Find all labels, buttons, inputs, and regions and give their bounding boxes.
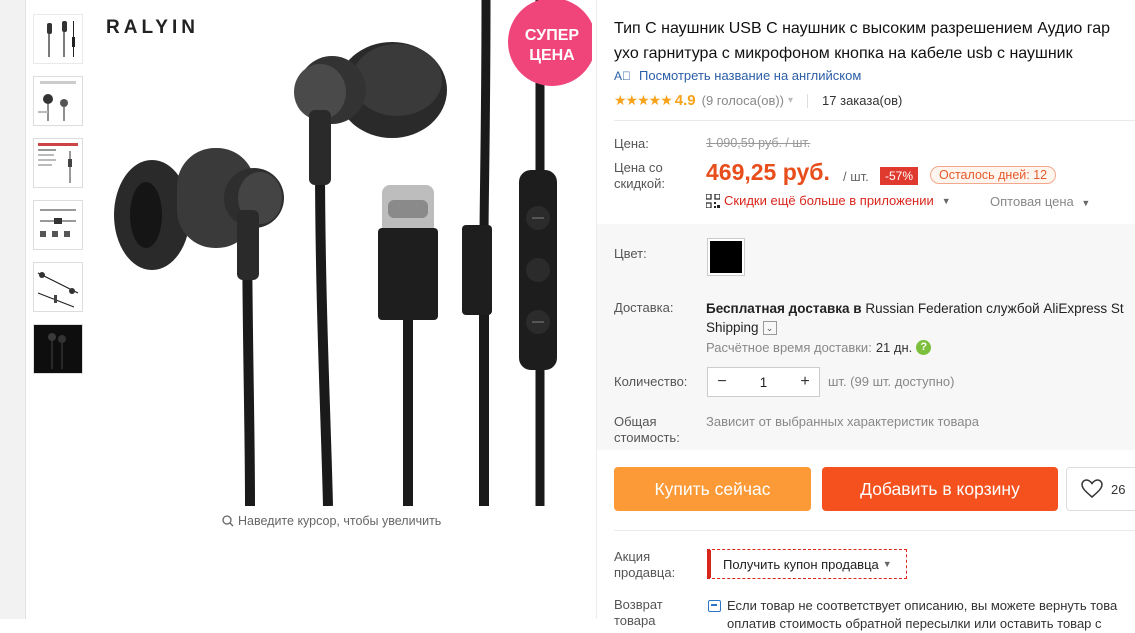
- help-icon[interactable]: ?: [916, 340, 932, 355]
- product-title-line1: Тип С наушник USB C наушник с высоким ра…: [614, 20, 1111, 37]
- eta-days: 21 дн.: [875, 340, 913, 355]
- translate-link-text[interactable]: Посмотреть название на английском: [639, 68, 861, 83]
- return-label-line2: товара: [614, 613, 656, 628]
- quantity-available: шт. (99 шт. доступно): [828, 374, 955, 389]
- translate-icon: A⃝: [614, 68, 632, 83]
- total-label-line1: Общая: [614, 414, 657, 429]
- wholesale-price-text[interactable]: Оптовая цена: [990, 194, 1074, 209]
- shipping-dropdown-icon[interactable]: ⌄: [762, 321, 777, 336]
- return-line2: оплатив стоимость обратной пересылки или…: [727, 616, 1102, 631]
- coupon-button-text[interactable]: Получить купон продавца: [723, 557, 879, 572]
- delivery-info: Бесплатная доставка в Russian Federation…: [706, 299, 1135, 337]
- current-price: 469,25 руб.: [706, 159, 830, 185]
- translate-link[interactable]: A⃝ Посмотреть название на английском: [614, 68, 861, 83]
- wholesale-price-link[interactable]: Оптовая цена ▼: [990, 194, 1090, 209]
- super-price-badge-line1: СУПЕР: [525, 27, 579, 44]
- total-label-line2: стоимость:: [614, 430, 680, 445]
- product-title-line2: ухо гарнитура с микрофоном кнопка на каб…: [614, 45, 1073, 62]
- zoom-hint: Наведите курсор, чтобы увеличить: [222, 514, 441, 528]
- color-swatch-fill: [710, 241, 742, 273]
- rating-value: 4.9: [674, 92, 696, 109]
- color-option-black[interactable]: [707, 238, 745, 276]
- delivery-label: Доставка:: [614, 300, 674, 315]
- delivery-line2: Shipping: [706, 320, 759, 335]
- app-discount-link[interactable]: Скидки ещё больше в приложении ▼: [706, 193, 951, 208]
- rating-row: ★★★★★ 4.9 (9 голоса(ов)) ▾ 17 заказа(ов): [614, 92, 902, 109]
- wishlist-button[interactable]: 26: [1066, 467, 1135, 511]
- old-price: 1 090,59 руб. / шт.: [706, 136, 811, 150]
- brand-logo: RALYIN: [106, 17, 199, 38]
- chevron-down-icon[interactable]: ▾: [788, 95, 793, 106]
- quantity-label: Количество:: [614, 374, 688, 389]
- delivery-bold: Бесплатная доставка в: [706, 301, 862, 316]
- color-label: Цвет:: [614, 246, 647, 261]
- quantity-input[interactable]: 1: [736, 375, 791, 390]
- heart-icon: [1081, 479, 1103, 498]
- thumbnail-6[interactable]: [33, 324, 83, 374]
- app-discount-text[interactable]: Скидки ещё больше в приложении: [724, 193, 934, 208]
- zoom-hint-text: Наведите курсор, чтобы увеличить: [238, 514, 442, 528]
- main-product-image[interactable]: RALYIN СУПЕР ЦЕНА: [92, 0, 596, 507]
- thumbnail-5[interactable]: [33, 262, 83, 312]
- divider: [614, 120, 1135, 121]
- days-left-badge: Осталось дней: 12: [930, 166, 1057, 184]
- qr-code-icon: [706, 193, 720, 208]
- divider: [614, 530, 1135, 531]
- price-label: Цена:: [614, 136, 649, 151]
- votes-count[interactable]: (9 голоса(ов)): [702, 93, 784, 108]
- total-value: Зависит от выбранных характеристик товар…: [706, 414, 979, 429]
- product-title: Тип С наушник USB C наушник с высоким ра…: [614, 16, 1135, 66]
- thumbnail-3[interactable]: [33, 138, 83, 188]
- return-policy: Если товар не соответствует описанию, вы…: [708, 597, 1135, 633]
- thumbnail-4[interactable]: [33, 200, 83, 250]
- eta-label: Расчётное время доставки:: [706, 340, 872, 355]
- caret-down-icon[interactable]: ▼: [883, 559, 892, 569]
- add-to-cart-button[interactable]: Добавить в корзину: [822, 467, 1058, 511]
- seller-promo-label-line2: продавца:: [614, 565, 676, 580]
- super-price-badge-line2: ЦЕНА: [529, 47, 575, 64]
- discount-price-label-line2: скидкой:: [614, 176, 665, 191]
- quantity-increase-button[interactable]: +: [791, 369, 819, 395]
- buy-now-button[interactable]: Купить сейчас: [614, 467, 811, 511]
- caret-down-icon[interactable]: ▼: [1081, 198, 1090, 208]
- quantity-decrease-button[interactable]: −: [708, 369, 736, 395]
- caret-down-icon[interactable]: ▼: [942, 196, 951, 206]
- seller-promo-label: Акция продавца:: [614, 549, 675, 581]
- get-coupon-button[interactable]: Получить купон продавца ▼: [707, 549, 907, 579]
- total-label: Общая стоимость:: [614, 414, 680, 446]
- left-gutter: [0, 0, 26, 619]
- discount-price-label-line1: Цена со: [614, 160, 663, 175]
- discount-price-label: Цена со скидкой:: [614, 160, 665, 192]
- discount-badge: -57%: [880, 167, 919, 185]
- delivery-rest: Russian Federation службой AliExpress St: [865, 301, 1124, 316]
- return-policy-icon: [708, 600, 721, 612]
- thumbnail-1[interactable]: [33, 14, 83, 64]
- seller-promo-label-line1: Акция: [614, 549, 651, 564]
- orders-count: 17 заказа(ов): [822, 93, 903, 108]
- wishlist-count: 26: [1111, 481, 1126, 497]
- per-unit: / шт.: [843, 169, 869, 184]
- delivery-eta: Расчётное время доставки: 21 дн. ?: [706, 340, 932, 355]
- return-label: Возврат товара: [614, 597, 663, 629]
- rating-separator: [807, 93, 809, 108]
- quantity-stepper: − 1 +: [707, 367, 820, 397]
- magnifier-icon: [222, 515, 234, 527]
- thumbnail-list: [33, 14, 85, 386]
- return-line1: Если товар не соответствует описанию, вы…: [727, 598, 1118, 613]
- thumbnail-2[interactable]: [33, 76, 83, 126]
- rating-stars-icon: ★★★★★: [614, 92, 673, 108]
- return-label-line1: Возврат: [614, 597, 663, 612]
